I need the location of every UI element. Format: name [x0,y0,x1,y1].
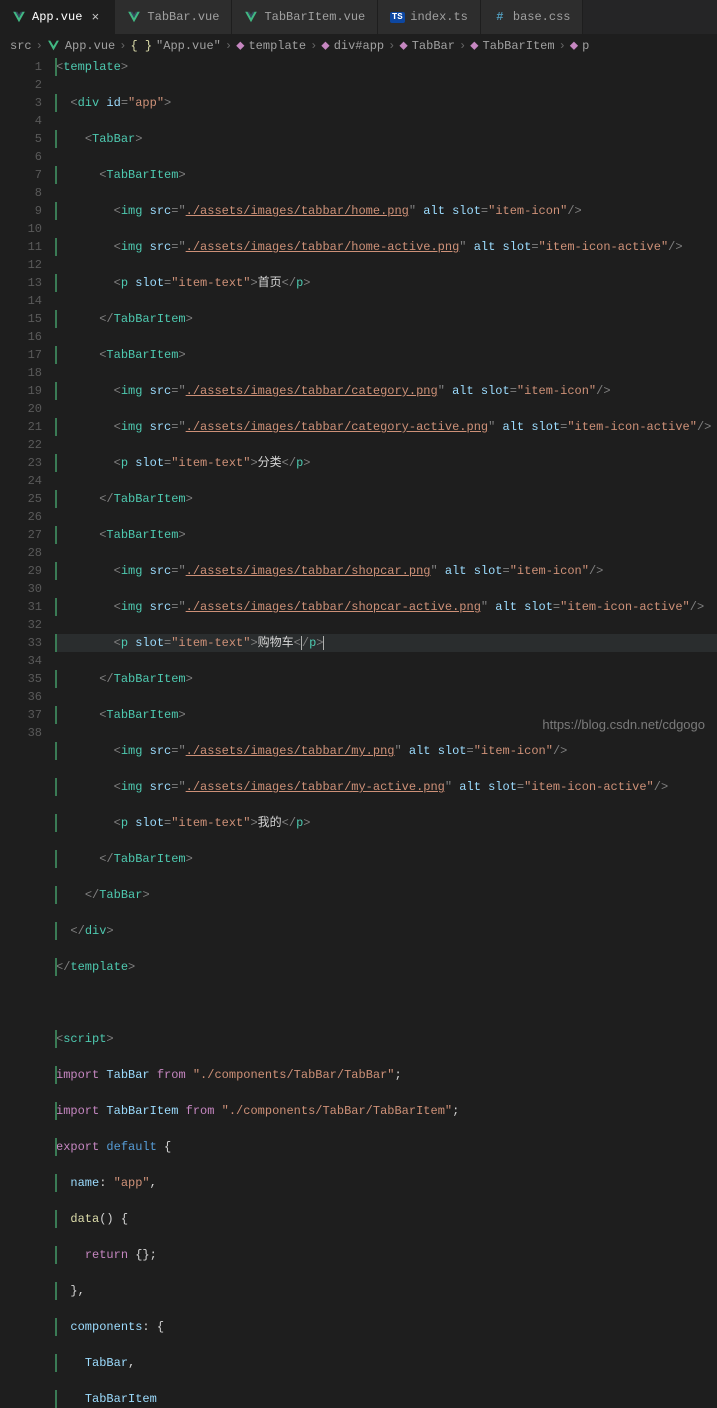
vue-icon [244,10,258,24]
chevron-right-icon: › [388,39,395,53]
tag-icon: ⬥ [470,39,478,53]
chevron-right-icon: › [119,39,126,53]
chevron-right-icon: › [36,39,43,53]
tab-tabbaritem-vue[interactable]: TabBarItem.vue [232,0,378,34]
watermark-text: https://blog.csdn.net/cdgogo [542,717,705,732]
breadcrumb-item[interactable]: template [248,39,306,53]
breadcrumb-item[interactable]: App.vue [65,39,115,53]
tag-icon: ⬥ [321,39,329,53]
tag-icon: ⬥ [236,39,244,53]
breadcrumb-item[interactable]: TabBarItem [483,39,555,53]
breadcrumb-item[interactable]: div#app [334,39,384,53]
ts-icon: TS [390,10,404,24]
tag-icon: ⬥ [570,39,578,53]
tab-label: TabBarItem.vue [264,10,365,24]
chevron-right-icon: › [459,39,466,53]
breadcrumb[interactable]: src › App.vue › { } "App.vue" › ⬥ templa… [0,34,717,58]
code-area[interactable]: <template> <div id="app"> <TabBar> <TabB… [56,58,717,738]
tab-app-vue[interactable]: App.vue × [0,0,115,34]
breadcrumb-item[interactable]: src [10,39,32,53]
line-number-gutter: 1234567891011121314151617181920212223242… [0,58,56,738]
chevron-right-icon: › [559,39,566,53]
tab-label: App.vue [32,10,82,24]
close-icon[interactable]: × [88,10,102,25]
chevron-right-icon: › [225,39,232,53]
vue-icon [12,10,26,24]
breadcrumb-item[interactable]: "App.vue" [156,39,221,53]
vue-icon [47,39,61,53]
breadcrumb-item[interactable]: p [582,39,589,53]
breadcrumb-item[interactable]: TabBar [412,39,455,53]
tab-label: TabBar.vue [147,10,219,24]
tab-bar: App.vue × TabBar.vue TabBarItem.vue TS i… [0,0,717,34]
chevron-right-icon: › [310,39,317,53]
tag-icon: ⬥ [399,39,407,53]
braces-icon: { } [130,39,152,53]
editor[interactable]: 1234567891011121314151617181920212223242… [0,58,717,738]
tab-base-css[interactable]: # base.css [481,0,584,34]
tab-index-ts[interactable]: TS index.ts [378,0,481,34]
vue-icon [127,10,141,24]
tab-tabbar-vue[interactable]: TabBar.vue [115,0,232,34]
hash-icon: # [493,10,507,24]
tab-label: base.css [513,10,571,24]
tab-label: index.ts [410,10,468,24]
